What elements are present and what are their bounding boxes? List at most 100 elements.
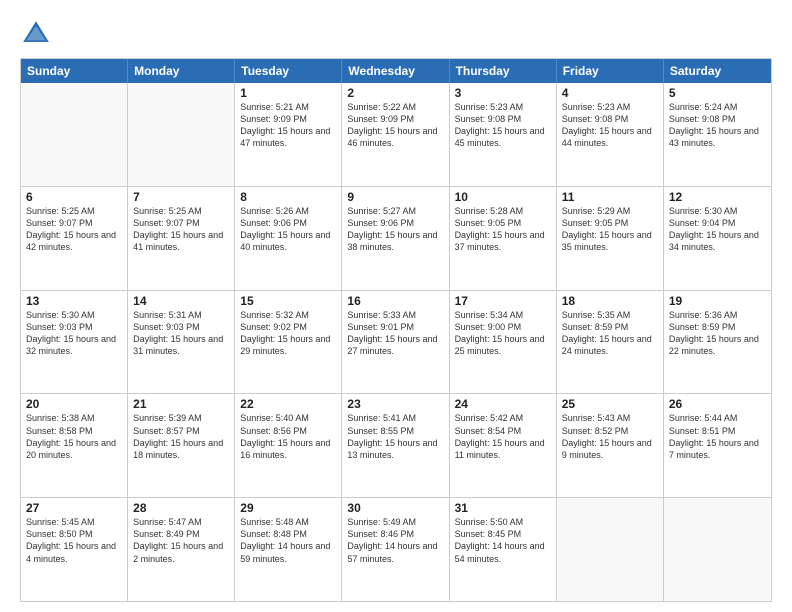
day-number: 23 xyxy=(347,397,443,411)
day-number: 12 xyxy=(669,190,766,204)
calendar-row: 6 Sunrise: 5:25 AM Sunset: 9:07 PM Daylig… xyxy=(21,186,771,290)
day-number: 2 xyxy=(347,86,443,100)
day-number: 11 xyxy=(562,190,658,204)
day-number: 28 xyxy=(133,501,229,515)
day-number: 4 xyxy=(562,86,658,100)
calendar-cell xyxy=(557,498,664,601)
day-number: 26 xyxy=(669,397,766,411)
day-number: 7 xyxy=(133,190,229,204)
calendar-cell: 4Sunrise: 5:23 AM Sunset: 9:08 PM Daylig… xyxy=(557,83,664,186)
cell-info: Sunrise: 5:28 AM Sunset: 9:05 PM Dayligh… xyxy=(455,205,551,254)
weekday-header: Thursday xyxy=(450,59,557,83)
calendar-row: 1Sunrise: 5:21 AM Sunset: 9:09 PM Daylig… xyxy=(21,83,771,186)
calendar-body: 1Sunrise: 5:21 AM Sunset: 9:09 PM Daylig… xyxy=(21,83,771,601)
calendar-cell: 23Sunrise: 5:41 AM Sunset: 8:55 PM Dayli… xyxy=(342,394,449,497)
cell-info: Sunrise: 5:41 AM Sunset: 8:55 PM Dayligh… xyxy=(347,412,443,461)
calendar-row: 20Sunrise: 5:38 AM Sunset: 8:58 PM Dayli… xyxy=(21,393,771,497)
calendar-cell: 22Sunrise: 5:40 AM Sunset: 8:56 PM Dayli… xyxy=(235,394,342,497)
calendar-row: 13Sunrise: 5:30 AM Sunset: 9:03 PM Dayli… xyxy=(21,290,771,394)
day-number: 30 xyxy=(347,501,443,515)
day-number: 8 xyxy=(240,190,336,204)
cell-info: Sunrise: 5:25 AM Sunset: 9:07 PM Dayligh… xyxy=(133,205,229,254)
calendar-cell: 21Sunrise: 5:39 AM Sunset: 8:57 PM Dayli… xyxy=(128,394,235,497)
calendar-cell: 16Sunrise: 5:33 AM Sunset: 9:01 PM Dayli… xyxy=(342,291,449,394)
calendar-cell: 14Sunrise: 5:31 AM Sunset: 9:03 PM Dayli… xyxy=(128,291,235,394)
calendar-cell: 15Sunrise: 5:32 AM Sunset: 9:02 PM Dayli… xyxy=(235,291,342,394)
calendar-header: SundayMondayTuesdayWednesdayThursdayFrid… xyxy=(21,59,771,83)
calendar-cell: 9Sunrise: 5:27 AM Sunset: 9:06 PM Daylig… xyxy=(342,187,449,290)
calendar-cell: 2Sunrise: 5:22 AM Sunset: 9:09 PM Daylig… xyxy=(342,83,449,186)
calendar-cell: 29Sunrise: 5:48 AM Sunset: 8:48 PM Dayli… xyxy=(235,498,342,601)
calendar-cell: 6Sunrise: 5:25 AM Sunset: 9:07 PM Daylig… xyxy=(21,187,128,290)
cell-info: Sunrise: 5:49 AM Sunset: 8:46 PM Dayligh… xyxy=(347,516,443,565)
weekday-header: Friday xyxy=(557,59,664,83)
weekday-header: Saturday xyxy=(664,59,771,83)
day-number: 25 xyxy=(562,397,658,411)
calendar-cell: 25Sunrise: 5:43 AM Sunset: 8:52 PM Dayli… xyxy=(557,394,664,497)
cell-info: Sunrise: 5:21 AM Sunset: 9:09 PM Dayligh… xyxy=(240,101,336,150)
cell-info: Sunrise: 5:47 AM Sunset: 8:49 PM Dayligh… xyxy=(133,516,229,565)
cell-info: Sunrise: 5:23 AM Sunset: 9:08 PM Dayligh… xyxy=(562,101,658,150)
day-number: 22 xyxy=(240,397,336,411)
calendar-cell: 24Sunrise: 5:42 AM Sunset: 8:54 PM Dayli… xyxy=(450,394,557,497)
day-number: 27 xyxy=(26,501,122,515)
day-number: 29 xyxy=(240,501,336,515)
cell-info: Sunrise: 5:42 AM Sunset: 8:54 PM Dayligh… xyxy=(455,412,551,461)
day-number: 13 xyxy=(26,294,122,308)
cell-info: Sunrise: 5:24 AM Sunset: 9:08 PM Dayligh… xyxy=(669,101,766,150)
day-number: 1 xyxy=(240,86,336,100)
cell-info: Sunrise: 5:43 AM Sunset: 8:52 PM Dayligh… xyxy=(562,412,658,461)
calendar-cell: 28Sunrise: 5:47 AM Sunset: 8:49 PM Dayli… xyxy=(128,498,235,601)
day-number: 6 xyxy=(26,190,122,204)
cell-info: Sunrise: 5:22 AM Sunset: 9:09 PM Dayligh… xyxy=(347,101,443,150)
calendar-cell xyxy=(128,83,235,186)
day-number: 20 xyxy=(26,397,122,411)
calendar-cell: 10Sunrise: 5:28 AM Sunset: 9:05 PM Dayli… xyxy=(450,187,557,290)
cell-info: Sunrise: 5:30 AM Sunset: 9:03 PM Dayligh… xyxy=(26,309,122,358)
cell-info: Sunrise: 5:29 AM Sunset: 9:05 PM Dayligh… xyxy=(562,205,658,254)
calendar: SundayMondayTuesdayWednesdayThursdayFrid… xyxy=(20,58,772,602)
weekday-header: Sunday xyxy=(21,59,128,83)
cell-info: Sunrise: 5:45 AM Sunset: 8:50 PM Dayligh… xyxy=(26,516,122,565)
calendar-cell: 27Sunrise: 5:45 AM Sunset: 8:50 PM Dayli… xyxy=(21,498,128,601)
day-number: 17 xyxy=(455,294,551,308)
calendar-cell xyxy=(664,498,771,601)
calendar-cell: 8Sunrise: 5:26 AM Sunset: 9:06 PM Daylig… xyxy=(235,187,342,290)
calendar-row: 27Sunrise: 5:45 AM Sunset: 8:50 PM Dayli… xyxy=(21,497,771,601)
cell-info: Sunrise: 5:38 AM Sunset: 8:58 PM Dayligh… xyxy=(26,412,122,461)
day-number: 31 xyxy=(455,501,551,515)
cell-info: Sunrise: 5:39 AM Sunset: 8:57 PM Dayligh… xyxy=(133,412,229,461)
cell-info: Sunrise: 5:27 AM Sunset: 9:06 PM Dayligh… xyxy=(347,205,443,254)
cell-info: Sunrise: 5:44 AM Sunset: 8:51 PM Dayligh… xyxy=(669,412,766,461)
calendar-cell: 11Sunrise: 5:29 AM Sunset: 9:05 PM Dayli… xyxy=(557,187,664,290)
weekday-header: Tuesday xyxy=(235,59,342,83)
calendar-cell: 20Sunrise: 5:38 AM Sunset: 8:58 PM Dayli… xyxy=(21,394,128,497)
day-number: 15 xyxy=(240,294,336,308)
day-number: 24 xyxy=(455,397,551,411)
day-number: 5 xyxy=(669,86,766,100)
calendar-cell xyxy=(21,83,128,186)
calendar-cell: 1Sunrise: 5:21 AM Sunset: 9:09 PM Daylig… xyxy=(235,83,342,186)
cell-info: Sunrise: 5:36 AM Sunset: 8:59 PM Dayligh… xyxy=(669,309,766,358)
logo xyxy=(20,18,58,50)
cell-info: Sunrise: 5:33 AM Sunset: 9:01 PM Dayligh… xyxy=(347,309,443,358)
calendar-cell: 7Sunrise: 5:25 AM Sunset: 9:07 PM Daylig… xyxy=(128,187,235,290)
calendar-cell: 31Sunrise: 5:50 AM Sunset: 8:45 PM Dayli… xyxy=(450,498,557,601)
calendar-cell: 13Sunrise: 5:30 AM Sunset: 9:03 PM Dayli… xyxy=(21,291,128,394)
calendar-cell: 3Sunrise: 5:23 AM Sunset: 9:08 PM Daylig… xyxy=(450,83,557,186)
cell-info: Sunrise: 5:35 AM Sunset: 8:59 PM Dayligh… xyxy=(562,309,658,358)
cell-info: Sunrise: 5:31 AM Sunset: 9:03 PM Dayligh… xyxy=(133,309,229,358)
day-number: 21 xyxy=(133,397,229,411)
calendar-cell: 5Sunrise: 5:24 AM Sunset: 9:08 PM Daylig… xyxy=(664,83,771,186)
day-number: 14 xyxy=(133,294,229,308)
calendar-cell: 19Sunrise: 5:36 AM Sunset: 8:59 PM Dayli… xyxy=(664,291,771,394)
calendar-cell: 26Sunrise: 5:44 AM Sunset: 8:51 PM Dayli… xyxy=(664,394,771,497)
cell-info: Sunrise: 5:34 AM Sunset: 9:00 PM Dayligh… xyxy=(455,309,551,358)
cell-info: Sunrise: 5:50 AM Sunset: 8:45 PM Dayligh… xyxy=(455,516,551,565)
day-number: 10 xyxy=(455,190,551,204)
day-number: 3 xyxy=(455,86,551,100)
calendar-cell: 18Sunrise: 5:35 AM Sunset: 8:59 PM Dayli… xyxy=(557,291,664,394)
weekday-header: Wednesday xyxy=(342,59,449,83)
calendar-cell: 30Sunrise: 5:49 AM Sunset: 8:46 PM Dayli… xyxy=(342,498,449,601)
weekday-header: Monday xyxy=(128,59,235,83)
